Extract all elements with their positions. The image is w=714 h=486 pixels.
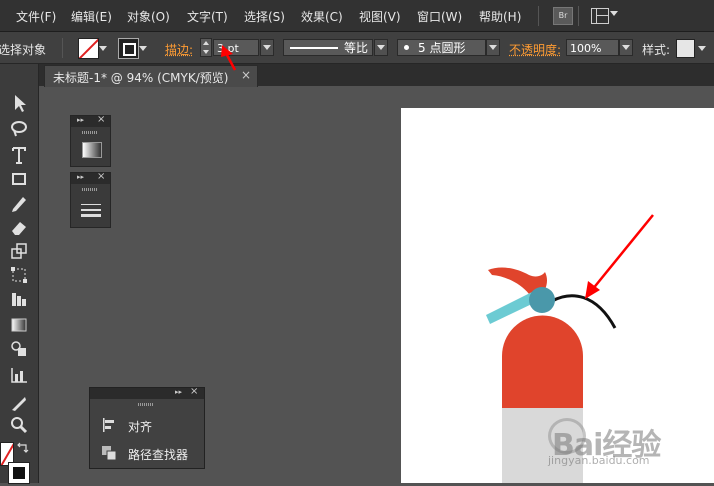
stroke-field-arrow <box>221 45 237 71</box>
annotation-layer <box>221 45 654 299</box>
hose-pointer-arrow <box>585 214 654 299</box>
